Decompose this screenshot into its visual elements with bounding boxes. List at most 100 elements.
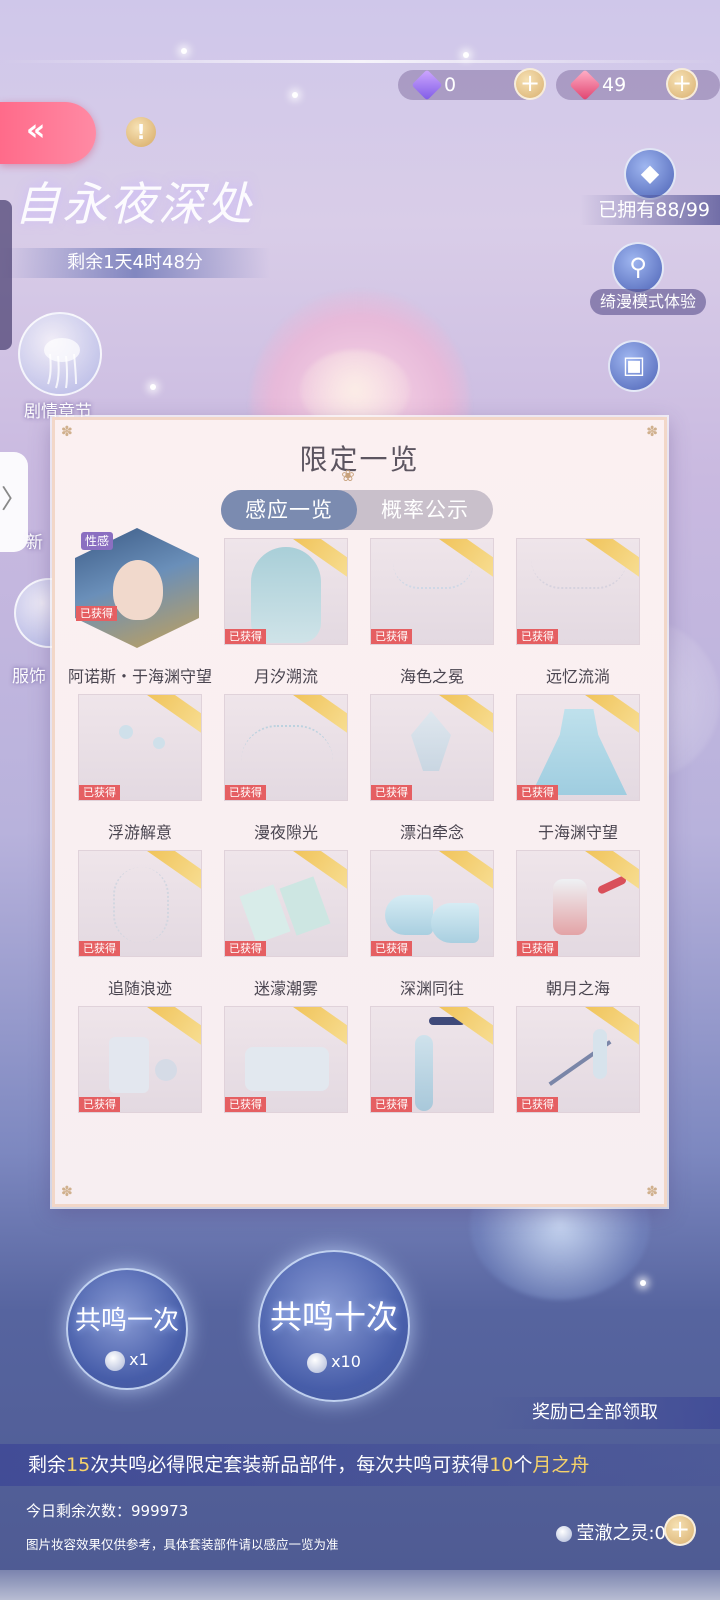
makeup-set-illustration <box>245 1047 329 1091</box>
item-thumbnail: 已获得 <box>516 694 640 801</box>
moon-boat-icon <box>307 1352 328 1373</box>
acquired-badge: 已获得 <box>371 629 412 644</box>
body-chain-illustration <box>113 867 169 943</box>
item-name: 阿诺斯・于海渊守望 <box>67 667 212 686</box>
side-tab-handle[interactable] <box>0 200 12 350</box>
item-thumbnail: 已获得 <box>516 850 640 957</box>
item-thumbnail: 已获得 <box>224 538 348 645</box>
spirit-count: 莹澈之灵:0 <box>556 1519 666 1545</box>
sparkle <box>150 384 156 390</box>
acquired-badge: 已获得 <box>517 629 558 644</box>
item-name: 深渊同往 <box>399 979 464 998</box>
limited-ribbon <box>143 1007 201 1051</box>
modal-tabs: 感应一览 概率公示 <box>221 490 493 530</box>
character-portrait <box>113 560 163 620</box>
left-menu-label-partial: 新 <box>26 533 43 553</box>
owned-count: 已拥有88/99 <box>580 195 720 225</box>
acquired-badge: 已获得 <box>225 941 266 956</box>
acquired-badge: 已获得 <box>371 1097 412 1112</box>
item-name: 漂泊牵念 <box>399 823 464 842</box>
shoe-illustration <box>431 903 479 943</box>
rewards-status[interactable]: 奖励已全部领取 <box>490 1397 720 1429</box>
handheld-illustration <box>155 1059 177 1081</box>
remaining-draws: 15 <box>66 1454 91 1476</box>
sparkle <box>292 92 298 98</box>
preview-mode-label[interactable]: 绮漫模式体验 <box>589 289 706 315</box>
event-title: 自永夜深处 <box>14 177 254 231</box>
acquired-badge: 已获得 <box>76 606 117 621</box>
gem-count: 49 <box>602 74 627 96</box>
acquired-badge: 已获得 <box>225 629 266 644</box>
draw-ten-label: 共鸣十次 <box>269 1298 398 1336</box>
hair-ornament-illustration <box>411 711 451 771</box>
diamond-icon <box>411 69 443 101</box>
acquired-badge: 已获得 <box>79 941 120 956</box>
style-tag: 性感 <box>81 532 114 550</box>
diamond-count: 0 <box>444 74 457 96</box>
story-chapter-button[interactable] <box>18 312 102 396</box>
limited-ribbon <box>435 851 493 895</box>
tab-probability[interactable]: 概率公示 <box>357 490 493 530</box>
dress-illustration <box>531 709 627 795</box>
item-name: 于海渊守望 <box>537 823 618 842</box>
diamond-shop-icon[interactable]: ◆ <box>624 148 676 200</box>
sparkle <box>181 48 187 54</box>
guarantee-banner: 剩余15次共鸣必得限定套装新品部件，每次共鸣可获得10个月之舟 <box>0 1444 720 1486</box>
calendar-icon[interactable]: ▣ <box>608 340 660 392</box>
earring-illustration <box>153 737 165 749</box>
item-thumbnail: 已获得 <box>516 1006 640 1113</box>
acquired-badge: 已获得 <box>371 941 412 956</box>
item-thumbnail: 已获得 <box>224 850 348 957</box>
info-button[interactable]: ! <box>126 117 156 147</box>
item-thumbnail: 已获得 <box>516 538 640 645</box>
item-name: 朝月之海 <box>545 979 610 998</box>
item-name: 追随浪迹 <box>107 979 172 998</box>
limited-ribbon <box>143 695 201 739</box>
corner-ornament: ✽ <box>61 1184 73 1200</box>
expand-drawer-button[interactable]: 〉 <box>0 452 28 552</box>
add-spirit-button[interactable]: + <box>664 1514 696 1546</box>
outfit-label: 服饰 <box>12 667 46 687</box>
headpiece-illustration <box>241 725 333 761</box>
acquired-badge: 已获得 <box>517 1097 558 1112</box>
item-thumbnail: 已获得 <box>370 538 494 645</box>
pink-gem-icon <box>569 69 601 101</box>
shoe-illustration <box>385 895 433 935</box>
acquired-badge: 已获得 <box>517 941 558 956</box>
crown-illustration <box>393 563 473 589</box>
draw-ten-button[interactable]: 共鸣十次 x10 <box>258 1250 410 1402</box>
search-icon[interactable]: ⚲ <box>612 242 664 294</box>
mermaid-tail-illustration <box>415 1035 433 1111</box>
sparkle <box>640 1280 646 1286</box>
acquired-badge: 已获得 <box>225 1097 266 1112</box>
item-thumbnail: 已获得 <box>78 1006 202 1113</box>
item-thumbnail: 已获得 <box>224 1006 348 1113</box>
item-name: 漫夜隙光 <box>253 823 318 842</box>
tab-sense-list[interactable]: 感应一览 <box>221 490 357 530</box>
item-name: 月汐溯流 <box>253 667 318 686</box>
back-button[interactable]: « <box>0 102 96 164</box>
add-gem-button[interactable]: + <box>666 68 698 100</box>
acquired-badge: 已获得 <box>79 1097 120 1112</box>
bottom-frame <box>0 1570 720 1600</box>
corner-ornament: ✽ <box>646 1184 658 1200</box>
item-thumbnail: 已获得 <box>78 850 202 957</box>
draw-once-cost: x1 <box>68 1350 186 1371</box>
acquired-badge: 已获得 <box>517 785 558 800</box>
limited-ribbon <box>435 1007 493 1051</box>
item-thumbnail: 已获得 <box>78 694 202 801</box>
moon-boat-icon <box>105 1350 126 1371</box>
limited-items-modal: ✽ ✽ ✽ ✽ 限定一览 ❀ 感应一览 概率公示 性感 已获得 阿诺斯・于海渊守… <box>52 417 667 1207</box>
add-diamond-button[interactable]: + <box>514 68 546 100</box>
item-name: 海色之冕 <box>399 667 464 686</box>
draw-once-button[interactable]: 共鸣一次 x1 <box>66 1268 188 1390</box>
necklace-illustration <box>531 559 627 589</box>
modal-title: 限定一览 <box>299 443 420 476</box>
countdown-timer: 剩余1天4时48分 <box>0 248 270 278</box>
item-thumbnail: 已获得 <box>370 1006 494 1113</box>
handheld-illustration <box>109 1037 149 1093</box>
perfume-illustration <box>553 879 587 935</box>
top-frame-line <box>0 60 720 63</box>
sparkle <box>463 52 469 58</box>
item-thumbnail: 已获得 <box>370 850 494 957</box>
